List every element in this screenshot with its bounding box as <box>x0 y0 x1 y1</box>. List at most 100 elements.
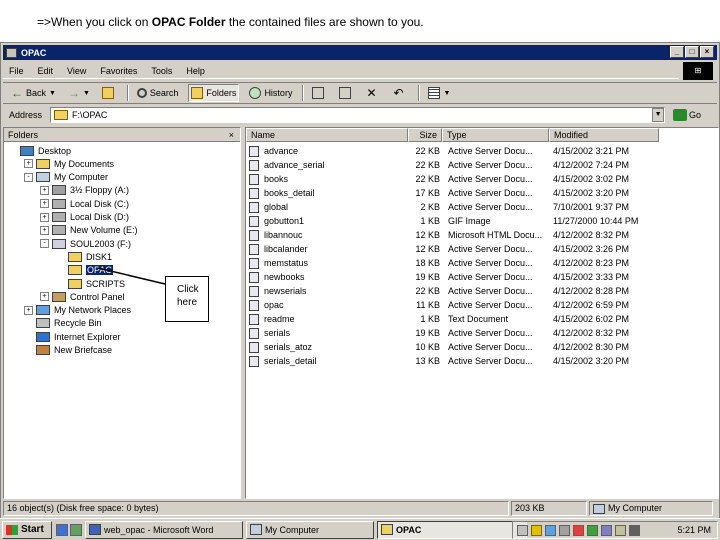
move-to-button[interactable] <box>310 84 329 102</box>
tree-item[interactable]: + Local Disk (D:) <box>40 211 129 224</box>
tree-item[interactable]: - My Computer <box>24 171 108 184</box>
tree-item[interactable]: Desktop <box>8 144 71 157</box>
views-dropdown-icon[interactable]: ▼ <box>443 90 450 97</box>
file-icon <box>249 257 259 269</box>
file-icon <box>249 159 259 171</box>
file-size: 10 KB <box>415 342 440 352</box>
file-row[interactable]: memstatus 18 KB Active Server Docu... 4/12/… <box>246 256 718 270</box>
tree-item[interactable]: + Control Panel <box>40 290 125 303</box>
taskbar-clock[interactable]: 5:21 PM <box>677 525 711 535</box>
menu-file[interactable]: File <box>9 66 24 76</box>
expand-icon[interactable]: + <box>24 159 33 169</box>
tray-antivirus-icon[interactable] <box>573 524 584 536</box>
file-row[interactable]: newbooks 19 KB Active Server Docu... 4/15/2… <box>246 270 718 284</box>
quick-launch-ie-icon[interactable] <box>56 523 68 536</box>
file-row[interactable]: advance 22 KB Active Server Docu... 4/15/20… <box>246 144 718 158</box>
file-row[interactable]: readme 1 KB Text Document 4/15/2002 6:02 PM <box>246 312 718 326</box>
menu-view[interactable]: View <box>67 66 86 76</box>
forward-button[interactable]: → ▼ <box>66 84 92 102</box>
search-button[interactable]: Search <box>135 84 181 102</box>
taskbar-task-button[interactable]: web_opac - Microsoft Word <box>85 520 243 539</box>
tree-item[interactable]: + My Network Places <box>24 304 131 317</box>
file-row[interactable]: opac 11 KB Active Server Docu... 4/12/2002 … <box>246 298 718 312</box>
column-header-name[interactable]: Name <box>246 128 408 142</box>
back-dropdown-icon[interactable]: ▼ <box>49 90 56 97</box>
tray-warning-icon[interactable] <box>531 524 542 536</box>
folders-pane-close-icon[interactable]: × <box>229 128 234 142</box>
column-header-size[interactable]: Size <box>408 128 442 142</box>
tree-item[interactable]: +3½ Floppy (A:) <box>40 184 129 197</box>
file-type: Active Server Docu... <box>448 174 533 184</box>
column-header-modified[interactable]: Modified <box>549 128 659 142</box>
delete-button[interactable]: ✕ <box>364 84 383 102</box>
tray-speaker-icon[interactable] <box>559 524 570 536</box>
file-row[interactable]: global 2 KB Active Server Docu... 7/10/2001… <box>246 200 718 214</box>
up-button[interactable] <box>100 84 119 102</box>
file-icon <box>249 229 259 241</box>
go-button[interactable]: Go <box>673 109 701 121</box>
file-row[interactable]: newserials 22 KB Active Server Docu... 4/12… <box>246 284 718 298</box>
folders-button[interactable]: Folders <box>188 84 240 102</box>
menu-favorites[interactable]: Favorites <box>100 66 137 76</box>
file-row[interactable]: serials_atoz 10 KB Active Server Docu... 4/… <box>246 340 718 354</box>
tree-item[interactable]: + Local Disk (C:) <box>40 197 129 210</box>
file-size: 2 KB <box>420 202 440 212</box>
expand-icon[interactable]: + <box>40 225 49 235</box>
quick-launch-desktop-icon[interactable] <box>70 523 82 536</box>
file-row[interactable]: libcalander 12 KB Active Server Docu... 4/1… <box>246 242 718 256</box>
file-modified: 4/15/2002 6:02 PM <box>553 314 630 324</box>
tray-keyboard-icon[interactable] <box>615 524 626 536</box>
forward-dropdown-icon[interactable]: ▼ <box>83 90 90 97</box>
tree-item[interactable]: OPAC <box>56 264 113 277</box>
expand-icon[interactable]: + <box>40 212 49 222</box>
tree-item[interactable]: SCRIPTS <box>56 277 125 290</box>
file-row[interactable]: libannouc 12 KB Microsoft HTML Docu... 4/12… <box>246 228 718 242</box>
minimize-button[interactable]: _ <box>670 46 684 58</box>
undo-button[interactable]: ↶ <box>391 84 410 102</box>
history-button[interactable]: History <box>247 84 294 102</box>
address-dropdown-icon[interactable]: ▼ <box>652 108 665 122</box>
tray-volume-icon[interactable] <box>629 524 640 536</box>
tray-monitor-icon[interactable] <box>601 524 612 536</box>
taskbar-task-button[interactable]: My Computer <box>246 520 374 539</box>
copy-to-button[interactable] <box>337 84 356 102</box>
maximize-button[interactable]: □ <box>685 46 699 58</box>
close-button[interactable]: × <box>700 46 714 58</box>
file-size: 19 KB <box>415 272 440 282</box>
tree-item[interactable]: New Briefcase <box>24 344 112 357</box>
menu-help[interactable]: Help <box>186 66 205 76</box>
file-row[interactable]: serials 19 KB Active Server Docu... 4/12/20… <box>246 326 718 340</box>
file-type: Active Server Docu... <box>448 272 533 282</box>
collapse-icon[interactable]: - <box>40 239 49 249</box>
expand-icon[interactable]: + <box>24 305 33 315</box>
address-input[interactable]: F:\OPAC ▼ <box>50 107 666 123</box>
file-row[interactable]: serials_detail 13 KB Active Server Docu...… <box>246 354 718 368</box>
tree-item[interactable]: Internet Explorer <box>24 330 121 343</box>
recycle-bin-icon <box>36 318 50 329</box>
column-header-type[interactable]: Type <box>442 128 549 142</box>
title-bar[interactable]: OPAC _ □ × <box>3 45 717 60</box>
views-button[interactable]: ▼ <box>426 84 452 102</box>
expand-icon[interactable]: + <box>40 292 49 302</box>
file-row[interactable]: advance_serial 22 KB Active Server Docu...… <box>246 158 718 172</box>
expand-icon[interactable]: + <box>40 185 49 195</box>
tree-item[interactable]: Recycle Bin <box>24 317 102 330</box>
tray-network-icon[interactable] <box>545 524 556 536</box>
file-row[interactable]: books_detail 17 KB Active Server Docu... 4/… <box>246 186 718 200</box>
tree-item[interactable]: + My Documents <box>24 157 114 170</box>
tray-printer-icon[interactable] <box>517 524 528 536</box>
file-row[interactable]: gobutton1 1 KB GIF Image 11/27/2000 10:44 P… <box>246 214 718 228</box>
tree-item[interactable]: - SOUL2003 (F:) <box>40 237 131 250</box>
expand-icon[interactable]: + <box>40 199 49 209</box>
back-button[interactable]: ← Back ▼ <box>9 84 58 102</box>
taskbar-task-button[interactable]: OPAC <box>377 520 527 539</box>
tree-item[interactable]: + New Volume (E:) <box>40 224 138 237</box>
tree-item[interactable]: DISK1 <box>56 250 112 263</box>
menu-tools[interactable]: Tools <box>151 66 172 76</box>
file-row[interactable]: books 22 KB Active Server Docu... 4/15/2002… <box>246 172 718 186</box>
tree-item-label: New Briefcase <box>54 345 113 355</box>
start-button[interactable]: Start <box>2 520 52 539</box>
collapse-icon[interactable]: - <box>24 172 33 182</box>
menu-edit[interactable]: Edit <box>38 66 54 76</box>
tray-app-icon[interactable] <box>587 524 598 536</box>
